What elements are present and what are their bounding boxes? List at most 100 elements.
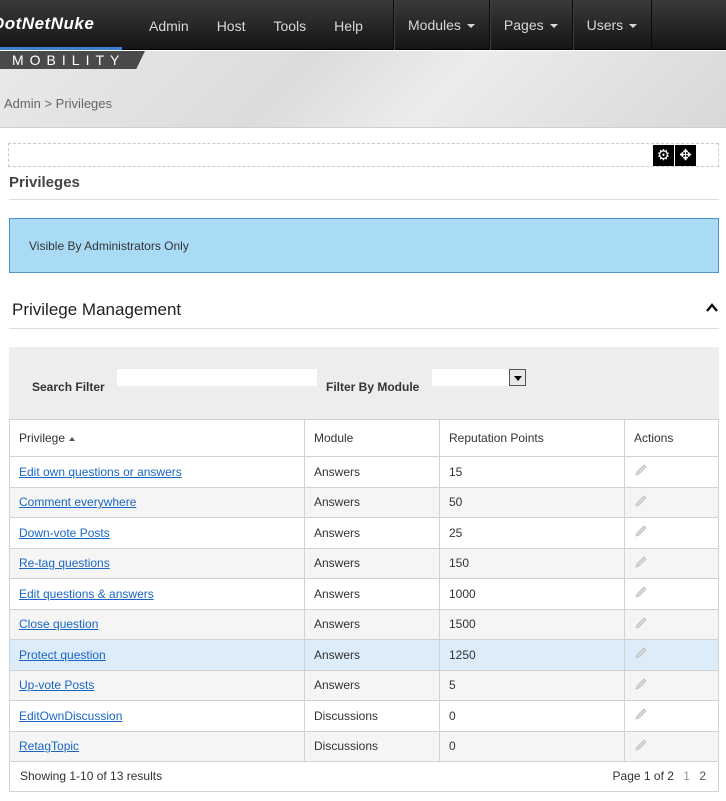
nav-users-label: Users [586,17,624,33]
pencil-icon[interactable] [634,738,648,752]
module-cell: Answers [304,517,440,549]
module-filter-label: Filter By Module [326,380,420,394]
nav-modules[interactable]: Modules [393,0,489,50]
column-header-privilege[interactable]: Privilege [9,419,305,457]
module-cell: Answers [304,547,440,579]
module-cell: Discussions [304,730,440,762]
module-filter-select[interactable] [432,369,526,386]
table-row[interactable]: Re-tag questions Answers 150 [9,547,719,579]
nav-tools[interactable]: Tools [259,0,320,50]
column-header-label: Privilege [19,431,66,445]
page-info: Page 1 of 2 1 2 [613,769,706,783]
nav-admin[interactable]: Admin [135,0,203,50]
privilege-link[interactable]: Up-vote Posts [19,678,94,692]
pencil-icon[interactable] [634,707,648,721]
privilege-link[interactable]: Protect question [19,648,106,662]
divider [9,199,719,200]
privilege-link[interactable]: RetagTopic [19,739,79,753]
skin-label-strip: MOBILITY [0,51,145,69]
table-row[interactable]: Up-vote Posts Answers 5 [9,669,719,701]
module-cell: Discussions [304,700,440,732]
module-cell: Answers [304,669,440,701]
pager: Showing 1-10 of 13 results Page 1 of 2 1… [9,761,719,792]
actions-cell [624,456,719,488]
pencil-icon[interactable] [634,677,648,691]
sort-ascending-icon [69,436,76,441]
privilege-cell: Protect question [9,639,305,671]
pencil-icon[interactable] [634,646,648,660]
site-banner: MOBILITY Admin > Privileges [0,51,726,128]
actions-cell [624,669,719,701]
chevron-down-icon [466,24,475,28]
table-row-selected[interactable]: Protect question Answers 1250 [9,639,719,671]
privilege-cell: Up-vote Posts [9,669,305,701]
nav-host[interactable]: Host [203,0,260,50]
search-filter-label: Search Filter [32,380,105,394]
privilege-cell: Edit own questions or answers [9,456,305,488]
table-row[interactable]: Edit own questions or answers Answers 15 [9,456,719,488]
divider [9,328,719,329]
dropdown-arrow-icon[interactable] [509,369,526,386]
table-row[interactable]: Down-vote Posts Answers 25 [9,517,719,549]
points-cell: 25 [439,517,625,549]
nav-help[interactable]: Help [320,0,377,50]
points-cell: 1000 [439,578,625,610]
chevron-down-icon [549,24,558,28]
column-header-label: Actions [634,431,674,445]
section-title: Privilege Management [12,300,182,319]
manage-nav: Modules Pages Users [393,0,653,50]
privilege-link[interactable]: EditOwnDiscussion [19,709,122,723]
column-header-actions: Actions [624,419,719,457]
actions-cell [624,608,719,640]
points-cell: 150 [439,547,625,579]
pencil-icon[interactable] [634,555,648,569]
page-2-link[interactable]: 2 [699,769,706,783]
actions-cell [624,547,719,579]
pencil-icon[interactable] [634,524,648,538]
privilege-link[interactable]: Down-vote Posts [19,526,110,540]
privilege-cell: Re-tag questions [9,547,305,579]
table-row[interactable]: EditOwnDiscussion Discussions 0 [9,700,719,732]
table-row[interactable]: Comment everywhere Answers 50 [9,486,719,518]
notice-text: Visible By Administrators Only [29,239,189,253]
admin-nav: Admin Host Tools Help [135,0,377,50]
privilege-link[interactable]: Comment everywhere [19,495,136,509]
actions-cell [624,517,719,549]
move-icon[interactable]: ✥ [675,145,696,166]
nav-users[interactable]: Users [571,0,653,50]
actions-cell [624,730,719,762]
skin-label: MOBILITY [12,52,126,68]
pencil-icon[interactable] [634,463,648,477]
pencil-icon[interactable] [634,616,648,630]
privilege-cell: EditOwnDiscussion [9,700,305,732]
column-header-label: Reputation Points [449,431,544,445]
table-header-row: Privilege Module Reputation Points Actio… [9,419,719,457]
table-row[interactable]: RetagTopic Discussions 0 [9,730,719,762]
nav-modules-label: Modules [408,17,461,33]
search-filter-input[interactable] [117,369,317,386]
points-cell: 50 [439,486,625,518]
actions-cell [624,700,719,732]
module-cell: Answers [304,639,440,671]
points-cell: 15 [439,456,625,488]
table-row[interactable]: Edit questions & answers Answers 1000 [9,578,719,610]
nav-pages[interactable]: Pages [488,0,572,50]
points-cell: 0 [439,700,625,732]
privilege-link[interactable]: Close question [19,617,98,631]
admin-notice: Visible By Administrators Only [9,218,719,273]
pencil-icon[interactable] [634,494,648,508]
module-title: Privileges [9,174,80,191]
pencil-icon[interactable] [634,585,648,599]
privilege-link[interactable]: Edit own questions or answers [19,465,182,479]
chevron-up-icon[interactable] [706,302,718,314]
privilege-cell: Close question [9,608,305,640]
privilege-link[interactable]: Re-tag questions [19,556,110,570]
dnn-logo[interactable]: DotNetNuke [0,0,122,50]
table-row[interactable]: Close question Answers 1500 [9,608,719,640]
privilege-cell: Edit questions & answers [9,578,305,610]
gear-icon[interactable]: ⚙ [653,145,674,166]
logo-text: DotNetNuke [0,14,95,33]
column-header-points[interactable]: Reputation Points [439,419,625,457]
column-header-module[interactable]: Module [304,419,440,457]
privilege-link[interactable]: Edit questions & answers [19,587,154,601]
